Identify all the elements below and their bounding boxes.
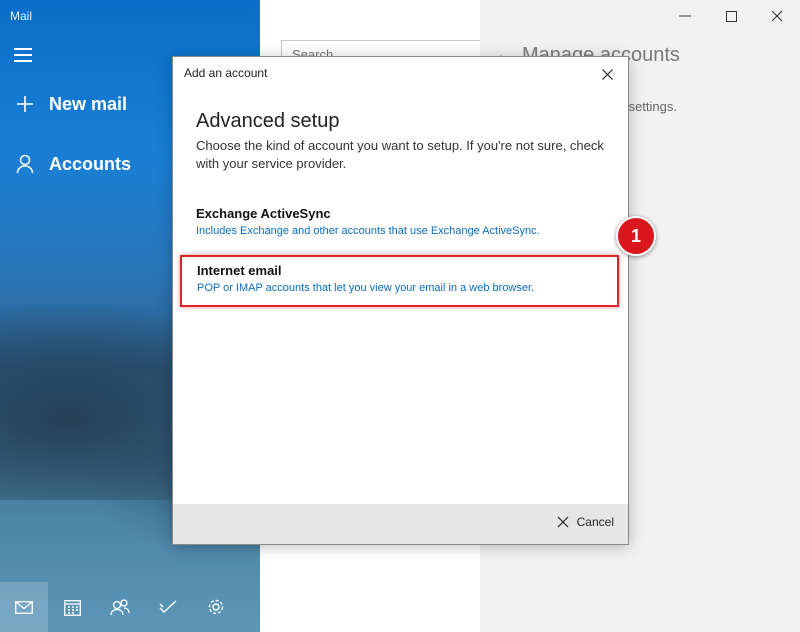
maximize-icon[interactable] xyxy=(708,0,754,32)
calendar-icon[interactable] xyxy=(48,582,96,632)
exchange-activesync-option[interactable]: Exchange ActiveSync Includes Exchange an… xyxy=(185,200,618,243)
window-close-icon[interactable] xyxy=(754,0,800,32)
new-mail-button[interactable]: New mail xyxy=(14,93,127,115)
todo-check-icon[interactable] xyxy=(144,582,192,632)
dialog-footer: Cancel xyxy=(173,504,628,544)
dialog-description: Choose the kind of account you want to s… xyxy=(196,138,604,171)
internet-email-option[interactable]: Internet email POP or IMAP accounts that… xyxy=(180,255,619,307)
person-icon xyxy=(14,153,36,175)
close-icon[interactable] xyxy=(598,65,616,83)
app-title: Mail xyxy=(10,9,33,23)
step-marker-badge: 1 xyxy=(616,216,656,256)
option-description: POP or IMAP accounts that let you view y… xyxy=(197,282,535,294)
bottom-app-bar xyxy=(0,582,260,632)
minimize-icon[interactable] xyxy=(662,0,708,32)
accounts-label: Accounts xyxy=(49,153,132,174)
dialog-heading: Advanced setup xyxy=(196,110,340,132)
accounts-button[interactable]: Accounts xyxy=(14,153,131,175)
add-account-dialog: Add an account Advanced setup Choose the… xyxy=(172,56,629,545)
dialog-title: Add an account xyxy=(184,66,268,80)
hamburger-menu-icon[interactable] xyxy=(14,48,34,64)
cancel-button[interactable]: Cancel xyxy=(557,515,614,529)
cancel-label: Cancel xyxy=(576,515,614,529)
cancel-x-icon xyxy=(557,516,569,528)
new-mail-label: New mail xyxy=(49,93,128,114)
option-title: Exchange ActiveSync xyxy=(196,206,331,221)
plus-icon xyxy=(14,93,36,115)
people-icon[interactable] xyxy=(96,582,144,632)
settings-gear-icon[interactable] xyxy=(192,582,240,632)
option-title: Internet email xyxy=(197,263,282,278)
option-description: Includes Exchange and other accounts tha… xyxy=(196,225,540,237)
mail-icon[interactable] xyxy=(0,582,48,632)
